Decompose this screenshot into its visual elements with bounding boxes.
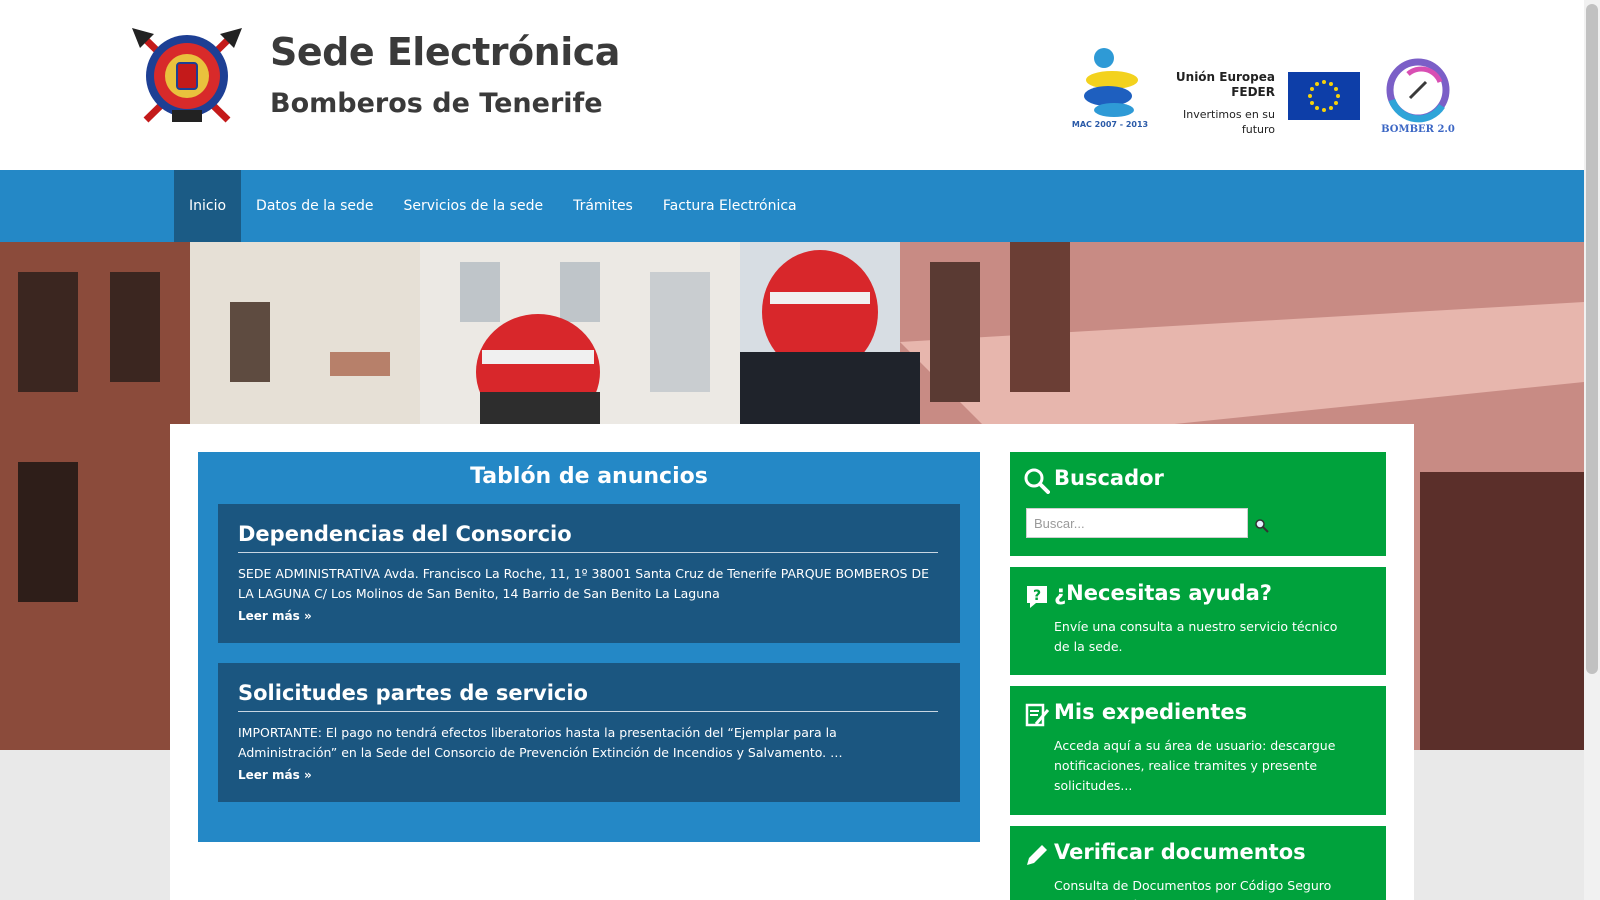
verify-widget[interactable]: Verificar documentos Consulta de Documen…: [1010, 826, 1386, 900]
question-mark-icon: ?: [1027, 586, 1047, 608]
notice-body: SEDE ADMINISTRATIVA Avda. Francisco La R…: [238, 566, 929, 601]
read-more-link[interactable]: Leer más »: [238, 609, 312, 623]
announcement-board-title: Tablón de anuncios: [470, 464, 708, 489]
nav-item-tramites[interactable]: Trámites: [558, 170, 648, 242]
nav-item-datos-sede[interactable]: Datos de la sede: [241, 170, 388, 242]
verify-widget-title[interactable]: Verificar documentos: [1054, 840, 1306, 864]
search-input[interactable]: [1026, 508, 1248, 538]
announcement-board: Tablón de anuncios Dependencias del Cons…: [198, 452, 980, 842]
read-more-link[interactable]: Leer más »: [238, 768, 312, 782]
notice-item: Dependencias del Consorcio SEDE ADMINIST…: [218, 504, 960, 643]
nav-item-servicios-sede[interactable]: Servicios de la sede: [388, 170, 558, 242]
main-navigation: Inicio Datos de la sede Servicios de la …: [0, 170, 1584, 242]
feder-label: FEDER: [1231, 85, 1275, 99]
notice-title[interactable]: Dependencias del Consorcio: [238, 522, 938, 553]
main-content-card: Tablón de anuncios Dependencias del Cons…: [170, 424, 1414, 900]
help-widget[interactable]: ? ¿Necesitas ayuda? Envíe una consulta a…: [1010, 567, 1386, 675]
nav-item-factura-electronica[interactable]: Factura Electrónica: [648, 170, 812, 242]
search-widget-title: Buscador: [1054, 466, 1164, 490]
files-widget-title[interactable]: Mis expedientes: [1054, 700, 1247, 724]
help-widget-title[interactable]: ¿Necesitas ayuda?: [1054, 581, 1272, 605]
notice-body: IMPORTANTE: El pago no tendrá efectos li…: [238, 725, 843, 760]
nav-item-inicio[interactable]: Inicio: [174, 170, 242, 242]
consortium-crest-logo[interactable]: [128, 26, 246, 126]
eu-feder-text: Unión Europea FEDER Invertimos en su fut…: [1155, 70, 1275, 137]
magnifier-icon: [1024, 468, 1050, 494]
help-widget-text: Envíe una consulta a nuestro servicio té…: [1054, 619, 1338, 654]
site-title: Sede Electrónica: [270, 30, 620, 74]
feder-slogan: Invertimos en su futuro: [1183, 108, 1275, 136]
search-button-icon[interactable]: [1254, 518, 1270, 534]
notice-item: Solicitudes partes de servicio IMPORTANT…: [218, 663, 960, 802]
nav-list: Inicio Datos de la sede Servicios de la …: [174, 170, 812, 242]
bomber-2-caption: BOMBER 2.0: [1381, 124, 1455, 135]
eu-flag-icon: [1288, 72, 1360, 120]
scrollbar-thumb[interactable]: [1586, 4, 1598, 674]
files-widget[interactable]: Mis expedientes Acceda aquí a su área de…: [1010, 686, 1386, 815]
site-subtitle: Bomberos de Tenerife: [270, 88, 603, 119]
document-edit-icon: [1025, 703, 1050, 727]
files-widget-text: Acceda aquí a su área de usuario: descar…: [1054, 738, 1336, 793]
pencil-icon: [1027, 845, 1047, 865]
svg-text:?: ?: [1033, 588, 1041, 604]
search-widget: Buscador: [1010, 452, 1386, 556]
mac-program-caption: MAC 2007 - 2013: [1071, 120, 1149, 129]
page-scrollbar[interactable]: [1584, 0, 1600, 900]
eu-label: Unión Europea: [1175, 70, 1275, 84]
verify-widget-text: Consulta de Documentos por Código Seguro…: [1054, 878, 1332, 900]
notice-title[interactable]: Solicitudes partes de servicio: [238, 681, 938, 712]
site-header: Sede Electrónica Bomberos de Tenerife MA…: [0, 0, 1584, 170]
